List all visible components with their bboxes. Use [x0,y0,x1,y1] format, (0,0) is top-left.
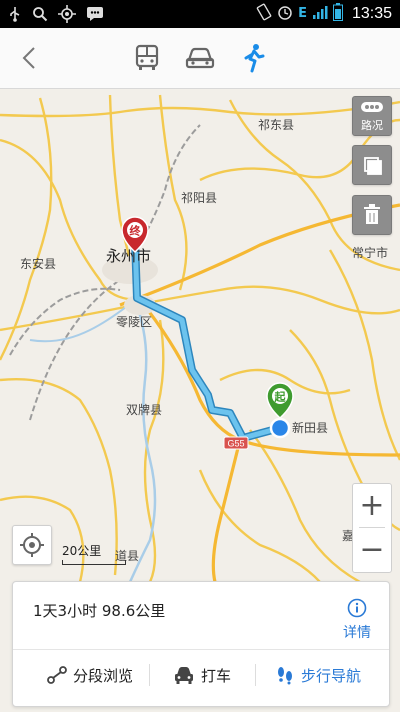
route-summary: 1天3小时 98.6公里 [33,602,166,620]
place-label-qiyang: 祁阳县 [181,190,217,205]
segment-browse-label: 分段浏览 [73,666,134,685]
bus-icon [135,44,159,70]
back-button[interactable] [14,42,46,74]
route-segments-icon [47,666,67,684]
map-view[interactable]: G55 祁东县 祁阳县 常宁市 东安县 零陵区 双牌县 新田县 道县 嘉 永州市… [0,89,400,582]
layers-button[interactable] [352,145,392,185]
place-label-dongan: 东安县 [20,256,56,271]
top-bar [0,28,400,89]
action-divider-1 [149,664,150,686]
zoom-in-button[interactable]: + [353,484,391,527]
bus-mode-button[interactable] [130,43,164,73]
walk-icon [244,44,265,73]
place-label-shuangpai: 双牌县 [126,403,162,417]
current-location-dot [269,417,291,439]
segment-browse-button[interactable]: 分段浏览 [47,660,133,690]
network-type-label: E [298,6,307,21]
traffic-icon [361,102,383,112]
place-label-yongzhou: 永州市 [106,247,151,265]
panel-divider [13,649,389,650]
locate-button[interactable] [12,525,52,565]
route-panel: 1天3小时 98.6公里 详情 分段浏览 打车 步行导航 [12,581,390,707]
taxi-label: 打车 [201,666,232,685]
battery-icon [332,3,343,24]
walk-navigation-label: 步行导航 [301,666,362,685]
traffic-label: 路况 [361,119,383,132]
status-bar: E 13:35 [0,0,400,28]
walk-mode-button[interactable] [237,43,271,73]
place-label-qidong: 祁东县 [258,117,294,132]
start-marker-label: 起 [274,390,287,404]
highway-shield: G55 [223,436,249,450]
trash-icon [364,204,380,224]
alarm-icon [277,4,293,23]
signal-icon [312,4,328,23]
crosshair-icon [20,533,44,557]
car-mode-button[interactable] [183,43,217,73]
clock: 13:35 [351,4,392,22]
usb-icon [8,6,22,26]
taxi-button[interactable]: 打车 [173,660,231,690]
traffic-button[interactable]: 路况 [352,96,392,136]
end-marker-label: 终 [130,224,142,238]
layers-icon [364,157,382,175]
highway-shield-label: G55 [227,439,244,449]
chevron-left-icon [22,47,35,69]
walk-navigation-button[interactable]: 步行导航 [275,660,361,690]
scale-bar [62,560,126,565]
rotate-icon [256,3,272,24]
place-label-lingling: 零陵区 [116,315,152,329]
gps-icon [58,5,76,27]
details-link[interactable]: 详情 [343,622,371,642]
footprints-icon [278,667,292,685]
zoom-control: + − [352,483,392,573]
info-icon[interactable] [347,598,367,618]
action-divider-2 [255,664,256,686]
taxi-icon [175,667,193,684]
search-icon [32,6,48,26]
zoom-out-button[interactable]: − [353,528,391,571]
place-label-xintian: 新田县 [292,420,328,435]
place-label-changning: 常宁市 [352,245,388,260]
chat-icon [86,6,104,26]
clear-button[interactable] [352,195,392,235]
car-icon [185,47,215,69]
scale-label: 20公里 [62,544,102,558]
